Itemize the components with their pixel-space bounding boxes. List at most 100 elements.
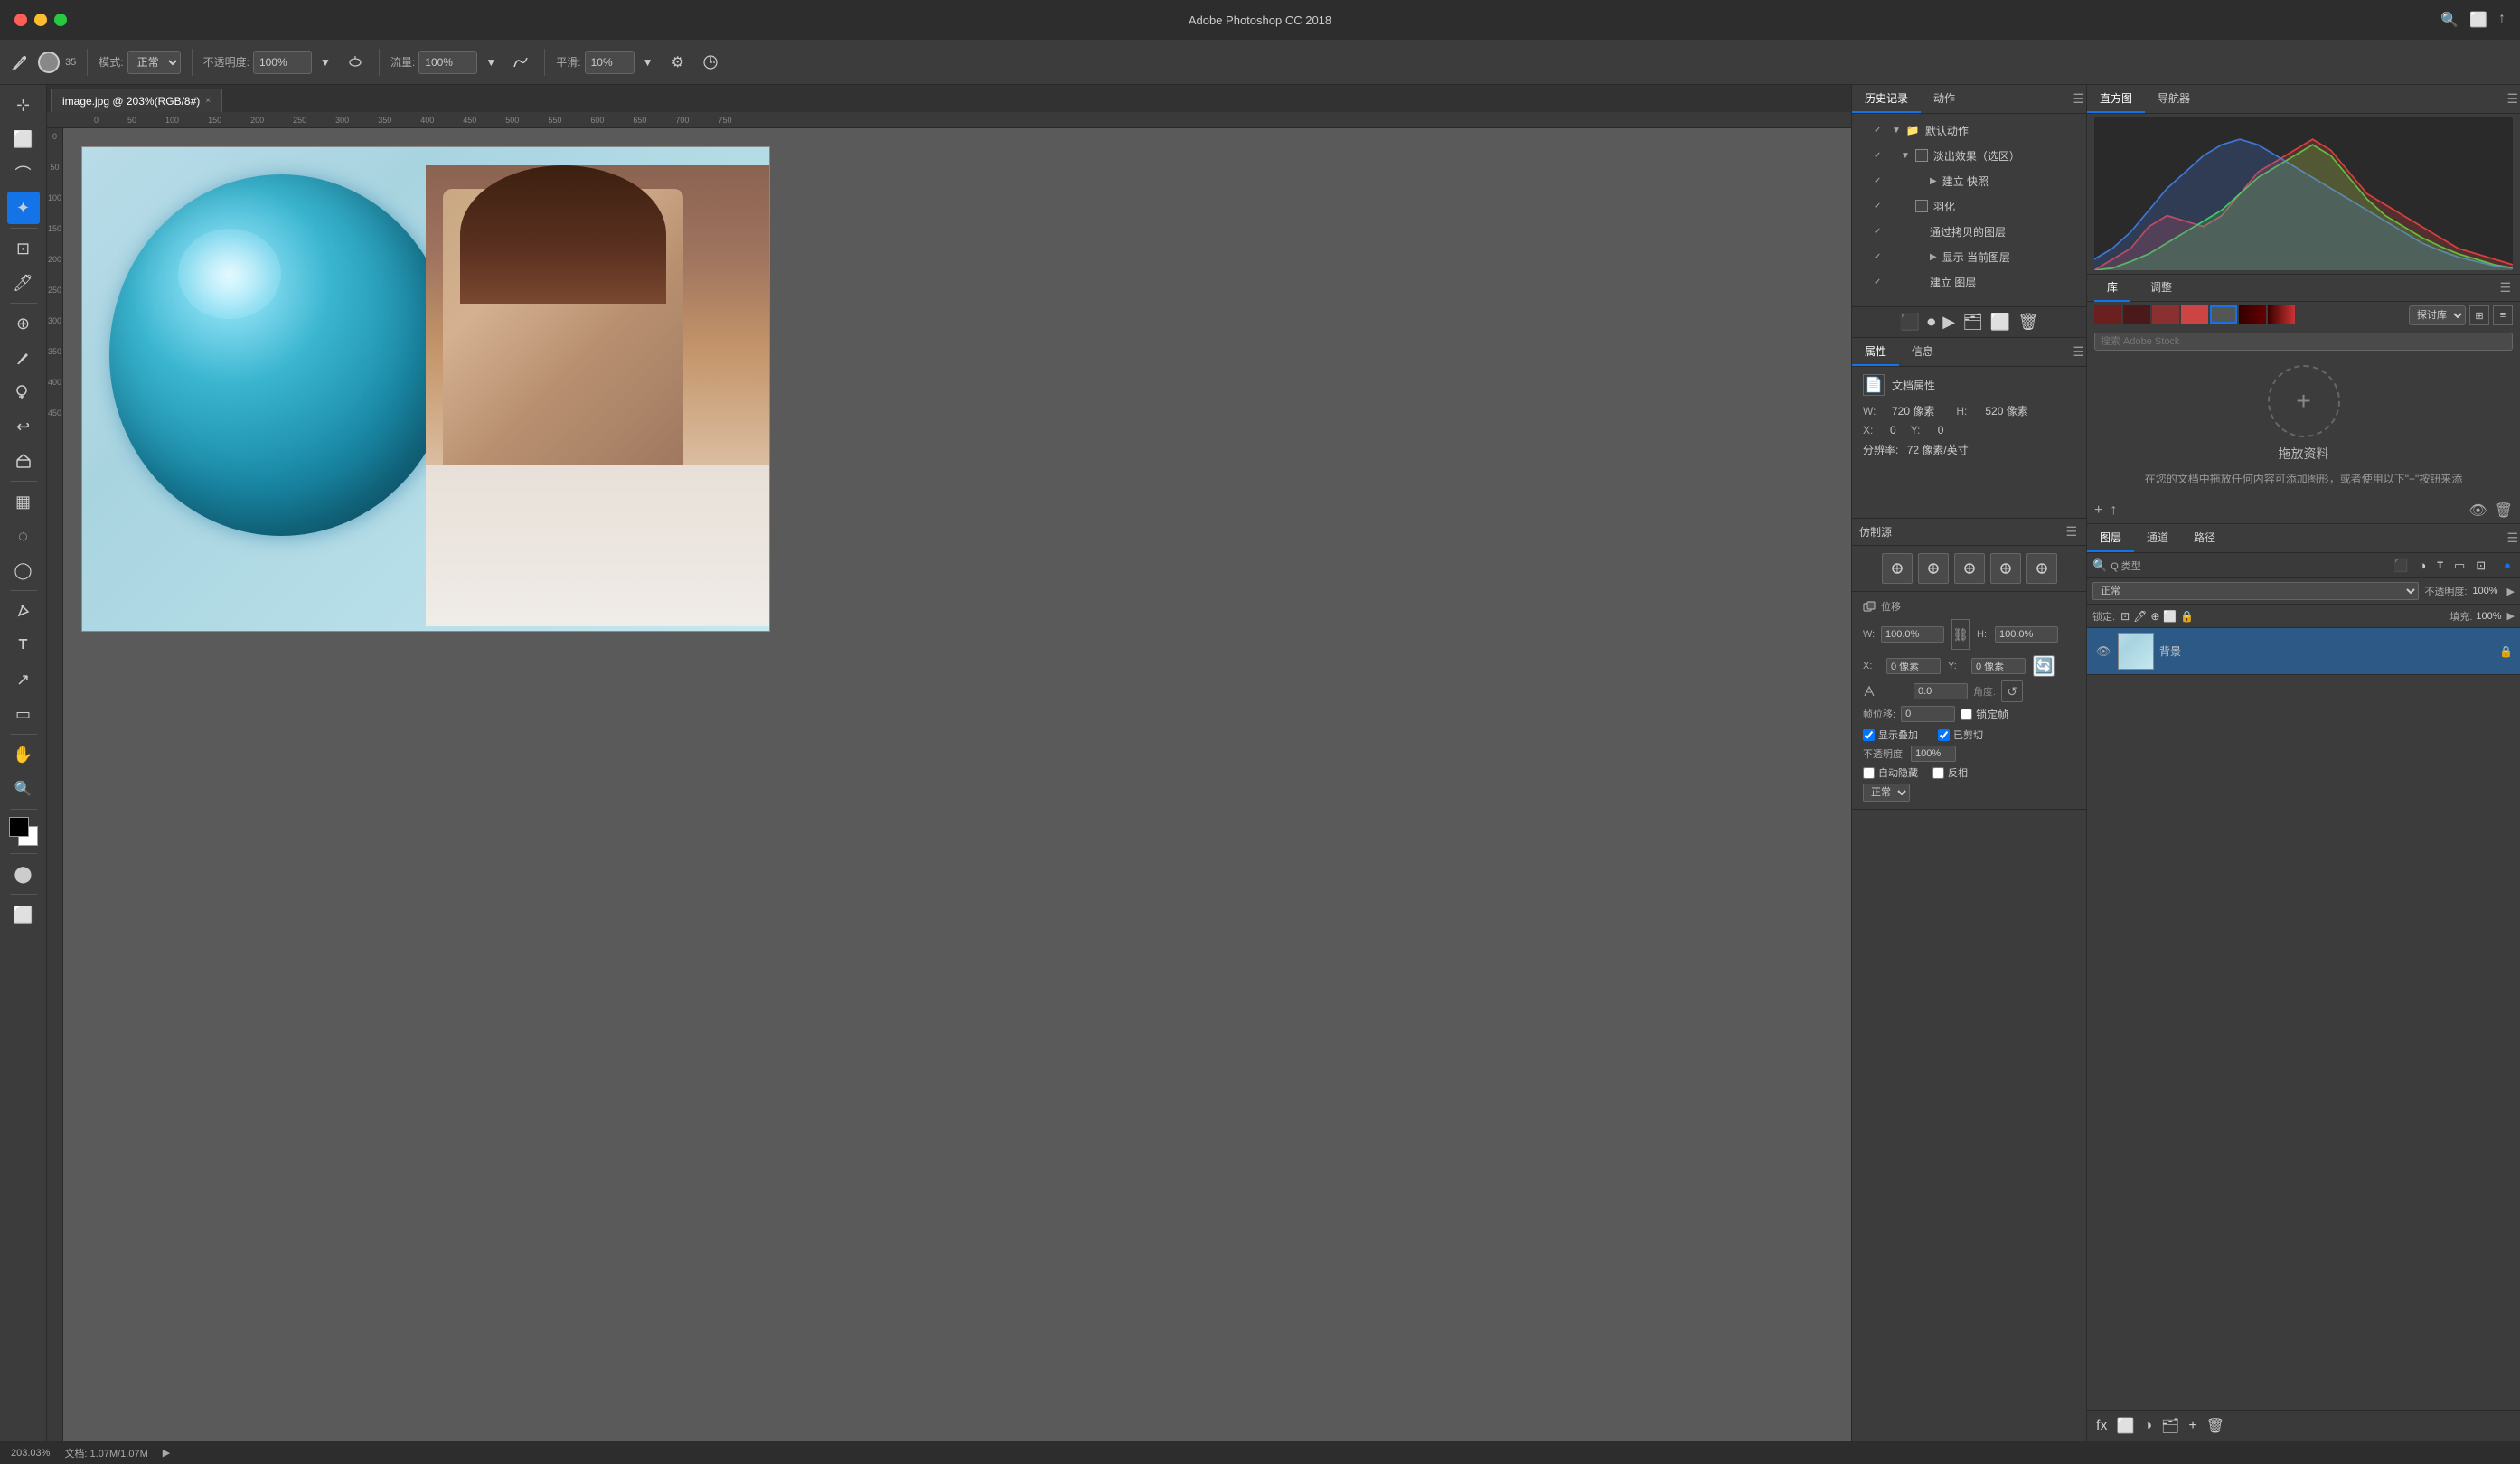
canvas-tab-close[interactable]: ×: [205, 96, 211, 106]
eyedropper-tool[interactable]: 🖊: [7, 267, 40, 299]
search-icon[interactable]: 🔍: [2440, 11, 2459, 29]
clone-src-1[interactable]: [1882, 553, 1913, 584]
grid-view-btn[interactable]: ⊞: [2469, 305, 2489, 325]
auto-hide-checkbox[interactable]: [1863, 767, 1875, 779]
lock-artboard-btn[interactable]: ⬜: [2163, 610, 2177, 623]
layer-mask-btn[interactable]: ⬜: [2114, 1415, 2136, 1437]
wh-link-btn[interactable]: ⛓: [1951, 619, 1970, 650]
layer-delete-btn[interactable]: 🗑: [2205, 1415, 2226, 1437]
delete-btn[interactable]: 🗑: [2017, 313, 2038, 332]
layers-tab[interactable]: 图层: [2087, 524, 2134, 552]
swatch-dark-red[interactable]: [2094, 305, 2121, 324]
smoothing-btn[interactable]: [508, 50, 533, 75]
shape-tool[interactable]: ▭: [7, 698, 40, 730]
histogram-tab[interactable]: 直方图: [2087, 85, 2145, 113]
adjustments-tab[interactable]: 调整: [2138, 274, 2185, 302]
clip-checkbox[interactable]: [1938, 729, 1950, 741]
flow-input[interactable]: [418, 51, 477, 74]
new-action-btn[interactable]: ⬜: [1990, 313, 2010, 332]
filter-pixel-btn[interactable]: ⬛: [2390, 557, 2412, 575]
y-clone-input[interactable]: [1971, 658, 2026, 674]
filter-on-btn[interactable]: ●: [2500, 557, 2515, 575]
invert-checkbox[interactable]: [1932, 767, 1944, 779]
quick-mask-btn[interactable]: ⬤: [7, 858, 40, 890]
lock-frame-checkbox[interactable]: [1961, 709, 1972, 720]
flow-toggle-btn[interactable]: ▼: [481, 52, 501, 72]
overlay-checkbox[interactable]: [1863, 729, 1875, 741]
channels-tab[interactable]: 通道: [2134, 524, 2181, 552]
lasso-tool[interactable]: ⌒: [7, 157, 40, 190]
blur-tool[interactable]: ◌: [7, 520, 40, 552]
clone-src-5[interactable]: [2026, 553, 2057, 584]
canvas-tab-image[interactable]: image.jpg @ 203%(RGB/8#) ×: [51, 89, 222, 112]
create-set-btn[interactable]: 🗂: [1962, 313, 1983, 332]
move-tool[interactable]: ⊹: [7, 89, 40, 121]
layer-new-btn[interactable]: +: [2186, 1416, 2198, 1436]
mode-select[interactable]: 正常: [127, 51, 181, 74]
history-item-fade[interactable]: ✓ ▼ 淡出效果（选区）: [1852, 143, 2086, 168]
add-to-library-btn[interactable]: +: [2268, 365, 2340, 437]
rotate-left-btn[interactable]: ↺: [2001, 680, 2023, 702]
lock-transparent-btn[interactable]: ⊡: [2120, 610, 2130, 623]
share-icon[interactable]: ↑: [2498, 11, 2506, 29]
history-brush-tool[interactable]: ↩: [7, 410, 40, 443]
selection-tool[interactable]: ⬜: [7, 123, 40, 155]
heal-tool[interactable]: ⊕: [7, 307, 40, 340]
maximize-button[interactable]: [54, 14, 67, 26]
library-menu-btn[interactable]: ☰: [2497, 278, 2513, 297]
gradient-tool[interactable]: ▦: [7, 485, 40, 518]
swatch-mid-dark[interactable]: [2152, 305, 2179, 324]
library-share-btn[interactable]: 👁: [2468, 502, 2487, 520]
brush-tool[interactable]: [7, 342, 40, 374]
library-dropdown[interactable]: 探讨库: [2409, 305, 2466, 325]
screen-mode-btn[interactable]: ⬜: [7, 898, 40, 931]
history-item-copy[interactable]: ✓ 通过拷贝的图层: [1852, 219, 2086, 244]
swatch-red[interactable]: [2181, 305, 2208, 324]
library-delete-btn[interactable]: 🗑: [2495, 502, 2513, 520]
stop-btn[interactable]: ⬛: [1900, 313, 1920, 332]
window-icon[interactable]: ⬜: [2469, 11, 2487, 29]
filter-text-btn[interactable]: T: [2433, 557, 2447, 575]
canvas-scroll-area[interactable]: [63, 128, 1851, 1441]
library-add-btn[interactable]: +: [2094, 502, 2102, 520]
history-tab[interactable]: 历史记录: [1852, 85, 1921, 113]
filter-shape-btn[interactable]: ▭: [2450, 557, 2468, 575]
history-item-feather[interactable]: ✓ 羽化: [1852, 193, 2086, 219]
histogram-menu-btn[interactable]: ☰: [2505, 89, 2520, 108]
properties-menu-btn[interactable]: ☰: [2071, 343, 2086, 361]
zoom-tool[interactable]: 🔍: [7, 773, 40, 805]
swatch-gradient-1[interactable]: [2239, 305, 2266, 324]
foreground-color[interactable]: [9, 817, 29, 837]
swatch-gray-select[interactable]: [2210, 305, 2237, 324]
layer-group-btn[interactable]: 🗂: [2159, 1415, 2181, 1437]
paths-tab[interactable]: 路径: [2181, 524, 2228, 552]
history-item-newlayer[interactable]: ✓ 建立 图层: [1852, 269, 2086, 295]
close-button[interactable]: [14, 14, 27, 26]
angle-btn[interactable]: [698, 50, 723, 75]
clone-opacity-input[interactable]: [1911, 746, 1956, 762]
frame-input[interactable]: [1901, 706, 1955, 722]
info-tab[interactable]: 信息: [1899, 338, 1946, 366]
dodge-tool[interactable]: ◯: [7, 554, 40, 587]
crop-tool[interactable]: ⊡: [7, 232, 40, 265]
swatch-gradient-2[interactable]: [2268, 305, 2295, 324]
smooth-toggle-btn[interactable]: ▼: [638, 52, 658, 72]
settings-btn[interactable]: ⚙: [665, 50, 691, 75]
history-item-snap[interactable]: ✓ ▶ 建立 快照: [1852, 168, 2086, 193]
lock-all-btn[interactable]: 🔒: [2180, 610, 2194, 623]
library-tab[interactable]: 库: [2094, 274, 2130, 302]
play-btn[interactable]: ▶: [1942, 313, 1955, 332]
color-swatches[interactable]: [7, 815, 40, 848]
clone-menu-btn[interactable]: ☰: [2064, 522, 2079, 541]
library-search-input[interactable]: [2094, 333, 2513, 351]
brush-tool-button[interactable]: [7, 50, 33, 75]
layer-item-background[interactable]: 👁 背景 🔒: [2087, 628, 2520, 675]
record-btn[interactable]: ⏺: [1927, 313, 1935, 332]
magic-wand-tool[interactable]: ✦: [7, 192, 40, 224]
list-view-btn[interactable]: ≡: [2493, 305, 2513, 325]
pen-tool[interactable]: [7, 595, 40, 627]
hand-tool[interactable]: ✋: [7, 738, 40, 771]
w-clone-input[interactable]: [1881, 626, 1944, 643]
h-clone-input[interactable]: [1995, 626, 2058, 643]
actions-tab[interactable]: 动作: [1921, 85, 1968, 113]
